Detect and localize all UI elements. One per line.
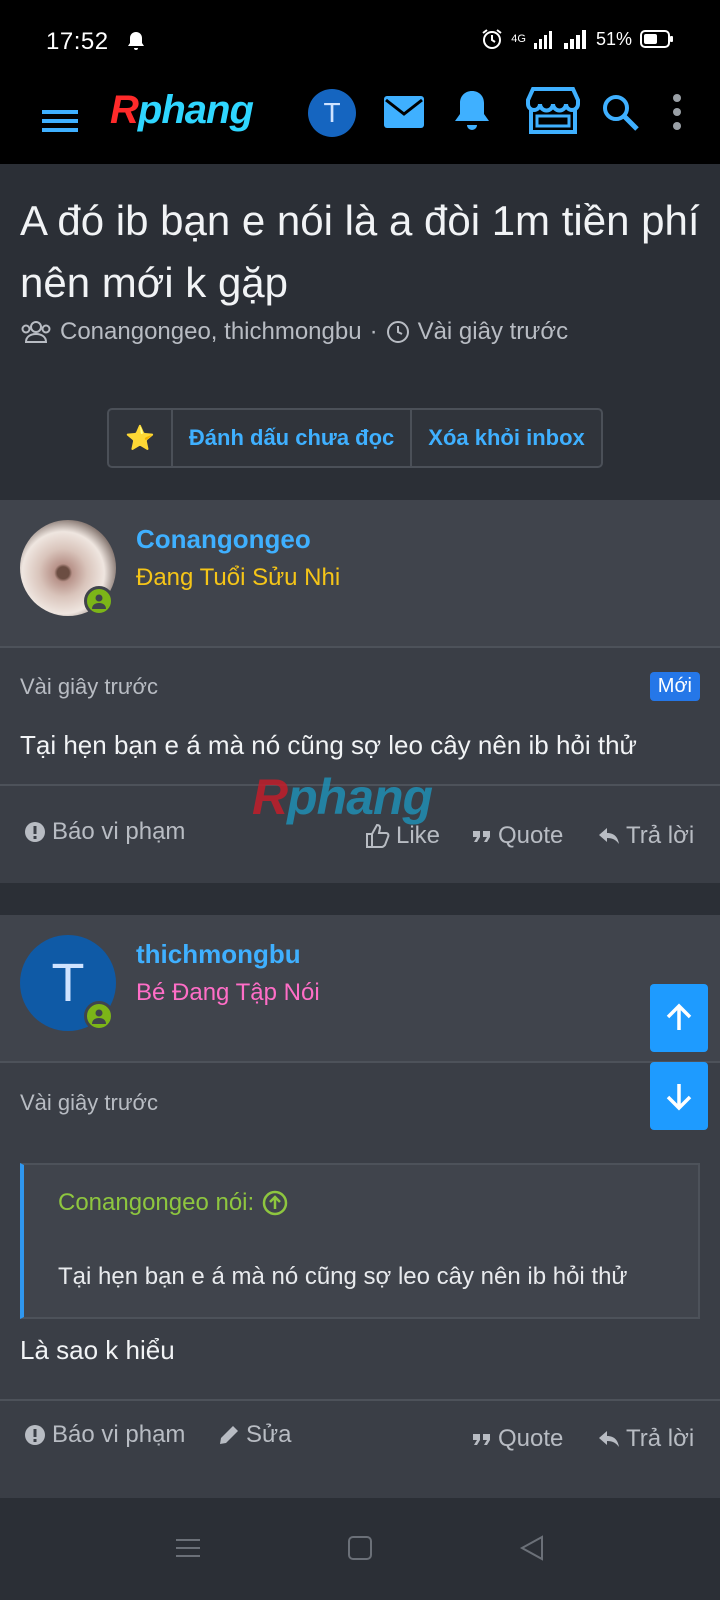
thread-time: Vài giây trước (417, 318, 569, 345)
logo-text: phang (137, 88, 254, 132)
thread-actions: ⭐ Đánh dấu chưa đọc Xóa khỏi inbox (107, 408, 603, 468)
arrow-down-icon (666, 1084, 692, 1111)
scroll-down-button[interactable] (650, 1062, 708, 1130)
quote-icon (473, 1434, 490, 1445)
app-header: Rphang T (0, 80, 720, 164)
reply-label: Trả lời (626, 822, 695, 849)
post-user-bar: Conangongeo Đang Tuổi Sửu Nhi (0, 500, 720, 648)
quote-label: Quote (498, 1425, 564, 1452)
like-label: Like (396, 822, 441, 849)
clock-icon (386, 321, 409, 343)
user-avatar[interactable]: T (308, 89, 356, 137)
logo-letter: R (110, 88, 139, 132)
online-status-icon (84, 1001, 114, 1031)
user-title: Bé Đang Tập Nói (136, 979, 320, 1006)
report-button[interactable]: Báo vi phạm (24, 818, 185, 846)
bell-icon[interactable] (452, 88, 492, 134)
back-icon[interactable] (518, 1534, 546, 1562)
report-label: Báo vi phạm (52, 1421, 186, 1448)
participants[interactable]: Conangongeo, thichmongbu (60, 318, 362, 346)
remove-inbox-button[interactable]: Xóa khỏi inbox (412, 410, 600, 466)
star-button[interactable]: ⭐ (109, 410, 173, 466)
quote-author: Conangongeo nói: (58, 1189, 255, 1216)
menu-icon[interactable] (40, 100, 80, 140)
watermark-text: phang (287, 769, 433, 825)
arrow-up-icon (666, 1003, 692, 1030)
edit-label: Sửa (246, 1421, 292, 1448)
pencil-icon (220, 1426, 238, 1444)
report-button[interactable]: Báo vi phạm (24, 1421, 185, 1449)
thumbs-up-icon (366, 823, 390, 848)
message-post-2: T thichmongbu Bé Đang Tập Nói Vài giây t… (0, 915, 720, 1498)
star-icon: ⭐ (125, 424, 155, 452)
post-divider (0, 1399, 720, 1401)
username[interactable]: thichmongbu (136, 939, 301, 970)
reply-icon (599, 828, 619, 844)
search-icon[interactable] (600, 92, 640, 132)
post-text: Là sao k hiểu (20, 1335, 175, 1365)
thread-title: A đó ib bạn e nói là a đòi 1m tiền phí n… (20, 197, 700, 306)
quote-block: Conangongeo nói: Tại hẹn bạn e á mà nó c… (20, 1163, 700, 1319)
reply-icon (599, 1431, 619, 1447)
quote-button[interactable]: Quote (472, 1425, 563, 1453)
quote-icon (473, 831, 490, 842)
reply-button[interactable]: Trả lời (598, 1425, 694, 1453)
arrow-up-circle-icon (262, 1190, 288, 1216)
meta-separator: · (369, 318, 378, 345)
alarm-icon (482, 29, 502, 49)
watermark-letter: R (252, 769, 288, 825)
alert-icon (25, 1425, 45, 1445)
status-indicators: 4G 51% (481, 28, 674, 50)
more-vertical-icon[interactable] (670, 92, 684, 132)
mark-unread-button[interactable]: Đánh dấu chưa đọc (173, 410, 413, 466)
reply-label: Trả lời (626, 1425, 695, 1452)
battery-icon (640, 30, 673, 48)
alert-icon (25, 822, 45, 842)
watermark-logo: Rphang (252, 768, 433, 826)
report-label: Báo vi phạm (52, 818, 186, 845)
online-status-icon (84, 586, 114, 616)
thread-meta: Conangongeo, thichmongbu · Vài giây trướ… (20, 318, 568, 346)
user-title: Đang Tuổi Sửu Nhi (136, 564, 341, 591)
signal-icon (533, 31, 552, 49)
post-text: Tại hẹn bạn e á mà nó cũng sợ leo cây nê… (20, 730, 637, 760)
mail-icon[interactable] (382, 94, 426, 130)
status-time: 17:52 (46, 28, 109, 55)
post-user-bar: T thichmongbu Bé Đang Tập Nói (0, 915, 720, 1063)
post-time: Vài giây trước (20, 1090, 158, 1115)
username[interactable]: Conangongeo (136, 524, 311, 555)
network-type: 4G (511, 33, 526, 45)
home-icon[interactable] (346, 1534, 374, 1562)
edit-button[interactable]: Sửa (218, 1421, 291, 1449)
users-icon (21, 321, 51, 343)
quote-text: Tại hẹn bạn e á mà nó cũng sợ leo cây nê… (58, 1263, 628, 1290)
status-bar: 17:52 4G 51% (0, 0, 720, 80)
store-icon[interactable] (524, 86, 582, 136)
reply-button[interactable]: Trả lời (598, 822, 694, 850)
battery-percent: 51% (595, 28, 632, 49)
quote-label: Quote (498, 822, 564, 849)
like-button[interactable]: Like (364, 822, 440, 850)
notification-bell-icon (128, 32, 144, 50)
signal-icon-2 (563, 30, 586, 49)
quote-header[interactable]: Conangongeo nói: (58, 1189, 288, 1217)
site-logo[interactable]: Rphang (110, 88, 254, 133)
post-time: Vài giây trước (20, 674, 158, 699)
quote-button[interactable]: Quote (472, 822, 563, 850)
scroll-up-button[interactable] (650, 984, 708, 1052)
recent-apps-icon[interactable] (174, 1534, 202, 1562)
new-badge: Mới (649, 672, 700, 701)
system-nav-bar (0, 1500, 720, 1600)
